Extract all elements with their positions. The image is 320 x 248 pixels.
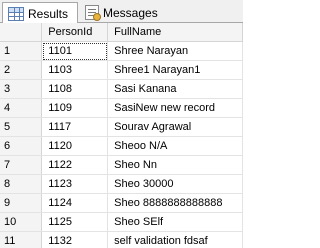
table-row[interactable]: 7 1122 Sheo Nn	[0, 155, 243, 175]
cell-fullname[interactable]: SasiNew new record	[107, 98, 243, 118]
grid-icon	[8, 6, 24, 21]
cell-fullname[interactable]: Sheo 30000	[107, 174, 243, 194]
table-row[interactable]: 5 1117 Sourav Agrawal	[0, 117, 243, 137]
cell-fullname[interactable]: Sheo Nn	[107, 155, 243, 175]
table-row[interactable]: 6 1120 Sheoo N/A	[0, 136, 243, 156]
cell-personid[interactable]: 1108	[41, 79, 109, 99]
cell-fullname[interactable]: self validation fdsaf	[107, 231, 243, 248]
cell-fullname[interactable]: Sourav Agrawal	[107, 117, 243, 137]
cell-personid[interactable]: 1117	[41, 117, 109, 137]
results-grid[interactable]: PersonId FullName 1 1101 Shree Narayan 2…	[0, 23, 243, 248]
row-number[interactable]: 1	[0, 41, 43, 61]
messages-icon	[85, 5, 101, 21]
row-number[interactable]: 3	[0, 79, 43, 99]
cell-personid[interactable]: 1123	[41, 174, 109, 194]
cell-personid[interactable]: 1124	[41, 193, 109, 213]
cell-fullname[interactable]: Shree1 Narayan1	[107, 60, 243, 80]
cell-personid[interactable]: 1132	[41, 231, 109, 248]
cell-personid[interactable]: 1125	[41, 212, 109, 232]
cell-personid[interactable]: 1120	[41, 136, 109, 156]
row-number[interactable]: 11	[0, 231, 43, 248]
row-number[interactable]: 6	[0, 136, 43, 156]
header-row: PersonId FullName	[0, 23, 243, 42]
table-row[interactable]: 10 1125 Sheo SElf	[0, 212, 243, 232]
results-tabbar: Results Messages	[0, 0, 243, 24]
table-row[interactable]: 1 1101 Shree Narayan	[0, 41, 243, 61]
row-number[interactable]: 2	[0, 60, 43, 80]
tab-results-label: Results	[28, 6, 69, 21]
table-row[interactable]: 9 1124 Sheo 8888888888888	[0, 193, 243, 213]
table-row[interactable]: 4 1109 SasiNew new record	[0, 98, 243, 118]
cell-personid[interactable]: 1103	[41, 60, 109, 80]
results-table: PersonId FullName 1 1101 Shree Narayan 2…	[0, 23, 243, 248]
row-number[interactable]: 7	[0, 155, 43, 175]
row-number[interactable]: 10	[0, 212, 43, 232]
cell-personid[interactable]: 1109	[41, 98, 109, 118]
cell-fullname[interactable]: Sasi Kanana	[107, 79, 243, 99]
cell-fullname[interactable]: Shree Narayan	[107, 41, 243, 61]
cell-fullname[interactable]: Sheo 8888888888888	[107, 193, 243, 213]
row-number[interactable]: 4	[0, 98, 43, 118]
table-row[interactable]: 2 1103 Shree1 Narayan1	[0, 60, 243, 80]
row-number[interactable]: 5	[0, 117, 43, 137]
row-number-header[interactable]	[0, 23, 43, 42]
cell-personid[interactable]: 1101	[41, 41, 109, 61]
row-number[interactable]: 8	[0, 174, 43, 194]
cell-fullname[interactable]: Sheoo N/A	[107, 136, 243, 156]
tab-messages-label: Messages	[103, 5, 158, 20]
table-row[interactable]: 8 1123 Sheo 30000	[0, 174, 243, 194]
cell-fullname[interactable]: Sheo SElf	[107, 212, 243, 232]
table-row[interactable]: 11 1132 self validation fdsaf	[0, 231, 243, 248]
tab-results[interactable]: Results	[2, 2, 78, 24]
row-number[interactable]: 9	[0, 193, 43, 213]
tab-messages[interactable]: Messages	[80, 2, 160, 23]
column-header-personid[interactable]: PersonId	[41, 23, 109, 42]
cell-personid[interactable]: 1122	[41, 155, 109, 175]
column-header-fullname[interactable]: FullName	[107, 23, 243, 42]
table-row[interactable]: 3 1108 Sasi Kanana	[0, 79, 243, 99]
